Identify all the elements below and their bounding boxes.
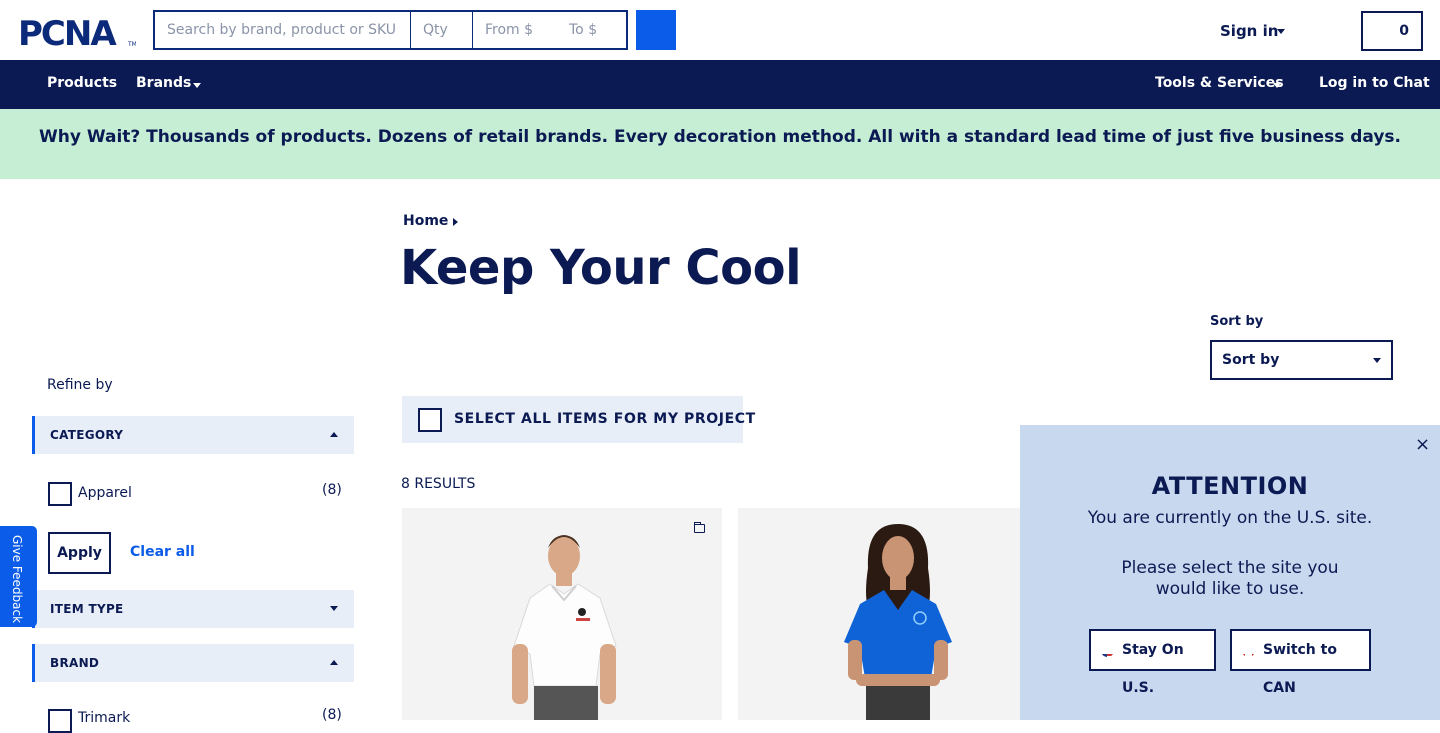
main-nav: Products Brands Tools & Services Log in … — [0, 60, 1440, 109]
facet-title: BRAND — [50, 656, 100, 670]
checkbox-trimark[interactable] — [48, 709, 72, 733]
chevron-down-icon — [1277, 29, 1285, 34]
switch-to-can-label: Switch to CAN — [1263, 642, 1337, 696]
product-card[interactable] — [738, 508, 1038, 720]
cart-count: 0 — [1399, 23, 1409, 39]
breadcrumb-home[interactable]: Home — [403, 213, 448, 229]
chevron-down-icon — [330, 606, 338, 611]
nav-products[interactable]: Products — [47, 75, 117, 91]
product-card[interactable] — [402, 508, 722, 720]
chevron-up-icon — [330, 660, 338, 665]
results-count: 8 RESULTS — [401, 476, 476, 492]
search-input[interactable]: Search by brand, product or SKU — [153, 10, 412, 50]
apply-button[interactable]: Apply — [48, 532, 111, 574]
canada-flag-icon — [1242, 644, 1255, 657]
popup-prompt-line2: would like to use. — [1155, 579, 1305, 599]
nav-tools-services[interactable]: Tools & Services — [1155, 75, 1284, 91]
promo-banner: Why Wait? Thousands of products. Dozens … — [0, 109, 1440, 179]
search-placeholder: Search by brand, product or SKU — [167, 22, 397, 38]
give-feedback-tab[interactable]: Give Feedback — [0, 526, 37, 627]
switch-to-can-button[interactable]: Switch to CAN — [1230, 629, 1371, 696]
qty-placeholder: Qty — [423, 22, 448, 38]
chevron-right-icon — [453, 218, 458, 226]
price-range-inputs: From $ To $ — [472, 10, 628, 50]
facet-title: CATEGORY — [50, 428, 124, 442]
facet-title: ITEM TYPE — [50, 602, 124, 616]
popup-message: You are currently on the U.S. site. — [1087, 508, 1373, 528]
svg-text:TM: TM — [127, 41, 136, 48]
sort-selected-value: Sort by — [1222, 352, 1280, 368]
chevron-down-icon — [1273, 83, 1281, 88]
facet-option-count: (8) — [322, 707, 342, 723]
chevron-up-icon — [330, 432, 338, 437]
product-image-blue-top[interactable] — [738, 508, 1038, 720]
product-image-white-polo[interactable] — [402, 508, 722, 720]
sign-in-button[interactable]: Sign in — [1220, 22, 1278, 40]
close-icon[interactable]: × — [1415, 434, 1430, 455]
facet-option-label: Apparel — [78, 485, 132, 501]
facet-header-category[interactable]: CATEGORY — [32, 416, 354, 454]
stay-on-us-label: Stay On U.S. — [1122, 642, 1184, 696]
folder-icon[interactable] — [694, 522, 705, 533]
select-all-label: SELECT ALL ITEMS FOR MY PROJECT — [454, 411, 756, 427]
chevron-down-icon — [1373, 358, 1381, 363]
select-all-checkbox[interactable] — [418, 408, 442, 432]
facet-header-brand[interactable]: BRAND — [32, 644, 354, 682]
checkbox-apparel[interactable] — [48, 482, 72, 506]
search-button[interactable] — [636, 10, 676, 50]
clear-all-link[interactable]: Clear all — [130, 544, 195, 560]
price-to-input[interactable]: To $ — [569, 22, 597, 38]
popup-title: ATTENTION — [1151, 472, 1309, 500]
logo-text: PCNA — [18, 15, 117, 49]
page-title: Keep Your Cool — [400, 240, 802, 296]
qty-input[interactable]: Qty — [410, 10, 474, 50]
feedback-label: Give Feedback — [10, 535, 24, 624]
sort-label: Sort by — [1210, 314, 1264, 329]
site-header: PCNA TM Search by brand, product or SKU … — [0, 0, 1440, 60]
stay-on-us-button[interactable]: Stay On U.S. — [1089, 629, 1216, 696]
facet-option-count: (8) — [322, 482, 342, 498]
popup-prompt-line1: Please select the site you — [1121, 558, 1339, 578]
facet-header-item-type[interactable]: ITEM TYPE — [32, 590, 354, 628]
facet-option-label: Trimark — [78, 710, 131, 726]
nav-chat[interactable]: Log in to Chat — [1319, 75, 1430, 91]
nav-brands[interactable]: Brands — [136, 75, 191, 91]
price-from-input[interactable]: From $ — [485, 22, 533, 38]
pcna-logo[interactable]: PCNA TM — [18, 15, 136, 49]
sort-select[interactable]: Sort by — [1210, 340, 1393, 380]
refine-by-label: Refine by — [47, 377, 113, 393]
cart-button[interactable]: 0 — [1361, 11, 1423, 51]
chevron-down-icon — [193, 83, 201, 88]
us-flag-icon — [1101, 644, 1114, 657]
